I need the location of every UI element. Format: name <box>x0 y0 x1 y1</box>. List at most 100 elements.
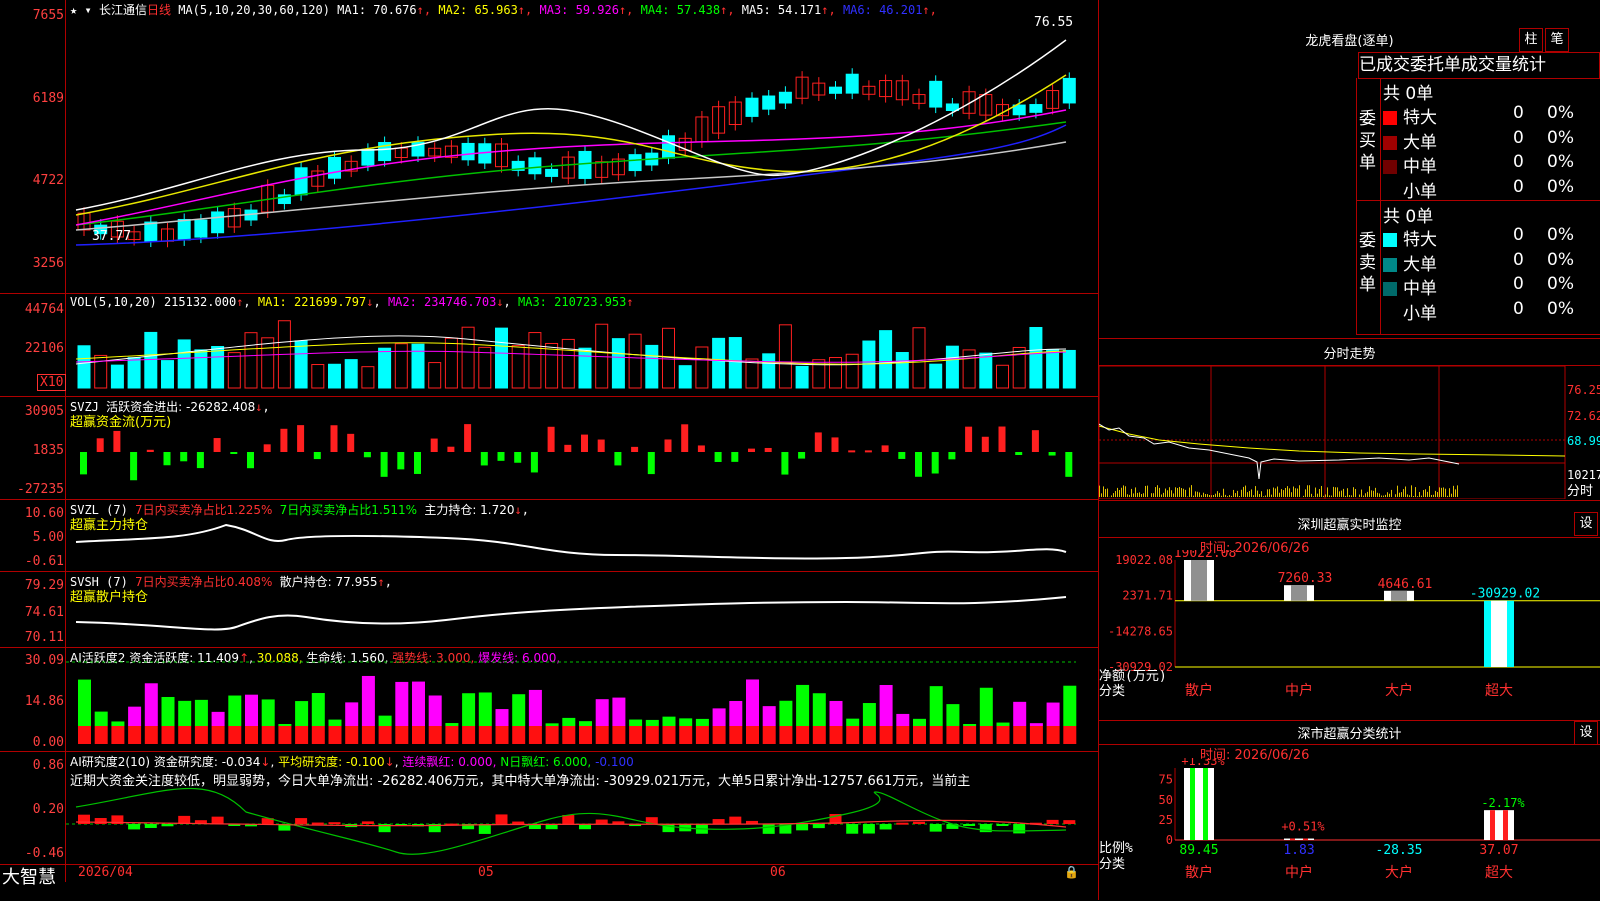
order-type: 大单 <box>1403 255 1437 275</box>
activity-bar <box>746 679 759 726</box>
volume-bar <box>562 339 574 388</box>
svsh-line <box>66 572 1098 647</box>
stats-change: -2.17% <box>1481 796 1525 810</box>
flow-bar <box>999 427 1006 452</box>
intraday-volume-bar <box>1167 490 1168 497</box>
activity-base <box>1030 726 1043 744</box>
research-bar <box>796 824 808 830</box>
intraday-volume-bar <box>1237 491 1238 497</box>
svzl-axis-label: 10.60 <box>0 506 64 521</box>
ma4-line <box>76 122 1066 225</box>
activity-bar <box>195 700 208 726</box>
candle-body <box>529 158 541 174</box>
activity-bar <box>779 701 792 726</box>
candle-body <box>830 87 842 93</box>
intraday-volume-bar <box>1177 488 1178 497</box>
activity-base <box>546 726 559 744</box>
ai-research-axis-label: 0.20 <box>0 802 64 817</box>
activity-base <box>412 726 425 744</box>
activity-base <box>863 726 876 744</box>
intraday-chart[interactable]: 76.25 72.62 68.99 10217 分时 <box>1099 366 1600 499</box>
flow-bar <box>381 452 388 477</box>
intraday-volume-bar <box>1151 493 1152 497</box>
order-pct: 0% <box>1547 177 1574 197</box>
research-bar <box>863 824 875 834</box>
activity-base <box>312 726 325 744</box>
intraday-volume-bar <box>1455 489 1456 497</box>
svsh-panel[interactable]: 79.29 74.61 70.11 SVSH (7) 7日内买卖净占比0.408… <box>0 572 1098 648</box>
volume-bar <box>329 364 341 388</box>
activity-base <box>896 726 909 744</box>
monitor-category: 大户 <box>1385 682 1413 699</box>
intraday-volume-bar <box>1433 495 1434 497</box>
stats-bar-stripe <box>1203 768 1208 840</box>
svzl-axis-label: 5.00 <box>0 530 64 545</box>
intraday-volume-bar <box>1103 486 1104 497</box>
svzl-panel[interactable]: 10.60 5.00 -0.61 SVZL (7) 7日内买卖净占比1.225%… <box>0 500 1098 572</box>
intraday-volume-bar <box>1251 489 1252 497</box>
intraday-volume-bar <box>1233 490 1234 497</box>
svzj-axis-label: 1835 <box>0 443 64 458</box>
color-swatch <box>1383 233 1397 247</box>
volume-bar <box>579 348 591 388</box>
tick-mode-button[interactable]: 笔 <box>1545 28 1569 52</box>
flow-bar <box>715 452 722 462</box>
order-stats-tab[interactable]: 已成交委托单成交量统计 <box>1358 52 1600 79</box>
price-panel[interactable]: 7655 6189 4722 3256 ★ ▾ 长江通信日线 MA(5,10,2… <box>0 0 1098 294</box>
activity-base <box>746 726 759 744</box>
volume-panel[interactable]: 44764 22106 X10 VOL(5,10,20) 215132.000↑… <box>0 294 1098 397</box>
flow-bar <box>815 432 822 452</box>
research-bar <box>128 824 140 829</box>
candlestick-chart[interactable]: 76.55 37.77 <box>66 0 1098 293</box>
stats-bar-stripe <box>1303 839 1308 840</box>
research-bar <box>496 814 508 824</box>
activity-base <box>496 726 509 744</box>
monitor-axis-label: 19022.08 <box>1115 553 1173 567</box>
research-bar <box>95 818 107 824</box>
activity-base <box>663 726 676 744</box>
volume-bar <box>462 327 474 388</box>
flow-bar <box>314 452 321 459</box>
bar-mode-button[interactable]: 柱 <box>1519 28 1543 52</box>
monitor-settings-button[interactable]: 设 <box>1574 512 1598 536</box>
activity-base <box>796 726 809 744</box>
stats-settings-button[interactable]: 设 <box>1574 721 1598 745</box>
order-type: 小单 <box>1403 304 1437 324</box>
research-bar <box>913 822 925 824</box>
svzj-panel[interactable]: 30905 1835 -27235 SVZJ 活跃资金进出: -26282.40… <box>0 397 1098 500</box>
ai-activity-panel[interactable]: 30.09 14.86 0.00 AI活跃度2 资金活跃度: 11.409↑, … <box>0 648 1098 752</box>
activity-base <box>596 726 609 744</box>
flow-bar <box>581 435 588 452</box>
research-bar <box>612 821 624 824</box>
intraday-volume-bar <box>1147 486 1148 497</box>
color-swatch <box>1383 136 1397 150</box>
order-count: 0 <box>1513 128 1524 148</box>
flow-bar <box>197 452 204 468</box>
ai-research-panel[interactable]: 0.86 0.20 -0.46 AI研究度2(10) 资金研究度: -0.034… <box>0 752 1098 864</box>
lock-icon[interactable]: 🔒 <box>1064 865 1079 879</box>
activity-bar <box>880 685 893 726</box>
monitor-category: 散户 <box>1185 682 1213 699</box>
activity-bar <box>562 718 575 726</box>
volume-bar <box>746 359 758 388</box>
volume-bar <box>379 348 391 388</box>
flow-bar <box>113 431 120 452</box>
intraday-volume-bar <box>1303 496 1304 497</box>
order-row: 中单00% <box>1383 152 1437 177</box>
stats-bar-stripe <box>1190 768 1195 840</box>
intraday-volume-bar <box>1207 494 1208 497</box>
intraday-volume-bar <box>1397 486 1398 497</box>
intraday-volume-bar <box>1107 489 1108 497</box>
order-pct: 0% <box>1547 299 1574 319</box>
candle-body <box>1030 105 1042 113</box>
order-pct: 0% <box>1547 128 1574 148</box>
activity-bar <box>362 676 375 726</box>
activity-bar <box>212 712 225 726</box>
activity-bar <box>512 694 525 726</box>
intraday-volume-bar <box>1261 491 1262 497</box>
flow-bar <box>147 450 154 452</box>
volume-bar <box>162 361 174 388</box>
flow-bar <box>548 427 555 452</box>
svsh-axis-label: 74.61 <box>0 605 64 620</box>
stats-axis-label: 75 <box>1159 773 1173 787</box>
